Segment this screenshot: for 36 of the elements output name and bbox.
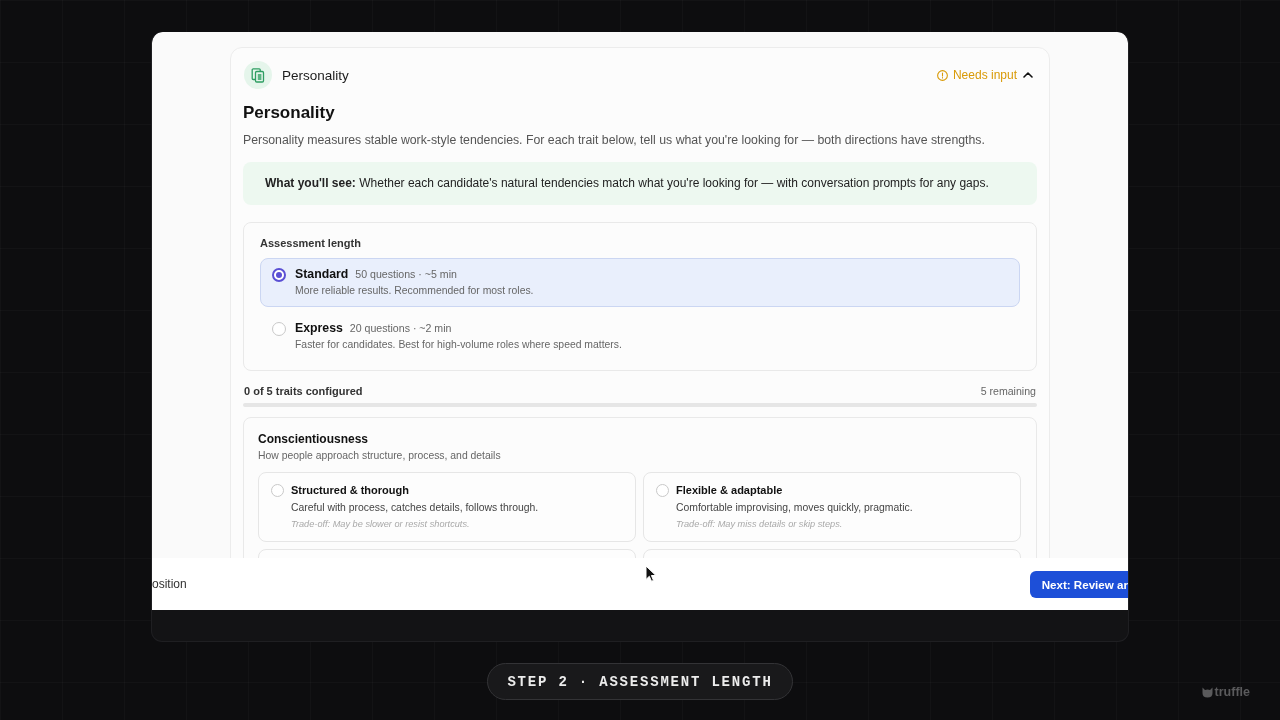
option-meta: 20 questions · ~2 min: [349, 322, 452, 334]
back-link[interactable]: osition: [152, 577, 187, 591]
trait-option-card[interactable]: Structured & thorough Careful with process, catches details, follows through. Trade-off: May be slower or resist shortcuts.: [258, 472, 636, 542]
status-label: Needs input: [952, 68, 1017, 82]
progress-label: 0 of 5 traits configured: [244, 384, 363, 398]
documents-icon: [244, 61, 272, 89]
radio-button[interactable]: [272, 268, 286, 282]
option-description: Comfortable improvising, moves quickly, pragmatic.: [676, 501, 913, 514]
length-option[interactable]: Standard 50 questions · ~5 min More reliable results. Recommended for most roles.: [260, 258, 1020, 307]
option-title: Flexible & adaptable: [676, 483, 784, 497]
section-heading: Personality: [243, 103, 336, 123]
chevron-up-icon[interactable]: [1023, 72, 1033, 78]
remaining-count: 5 remaining: [980, 384, 1036, 398]
logo-mark-icon: [1201, 686, 1213, 698]
trait-description: How people approach structure, process, and details: [258, 449, 502, 462]
info-callout: What you'll see: Whether each candidate's natural tendencies match what you're looking for — with conversation prompts for any gaps.: [243, 162, 1037, 205]
assessment-length-label: Assessment length: [260, 236, 362, 250]
brand-name: truffle: [1214, 685, 1250, 699]
trait-name: Conscientiousness: [258, 432, 370, 447]
option-name: Standard: [295, 267, 349, 282]
section-title: Personality: [282, 67, 349, 83]
option-description: Careful with process, catches details, follows through.: [291, 501, 539, 514]
option-description: Faster for candidates. Best for high-volume roles where speed matters.: [295, 338, 622, 352]
step-label: STEP 2 · ASSESSMENT LENGTH: [487, 663, 793, 700]
mouse-cursor-icon: [645, 565, 656, 582]
trade-off-note: Trade-off: May miss details or skip steps.: [676, 518, 844, 530]
option-description: More reliable results. Recommended for most roles.: [295, 284, 534, 298]
next-button[interactable]: Next: Review ar: [1029, 570, 1128, 598]
trade-off-note: Trade-off: May be slower or resist shortcuts.: [291, 518, 471, 530]
option-name: Express: [295, 321, 343, 336]
section-description: Personality measures stable work-style tendencies. For each trait below, tell us what you're looking for — both directions have strengths.: [243, 132, 986, 148]
option-title: Structured & thorough: [291, 483, 410, 497]
trait-option-card[interactable]: Flexible & adaptable Comfortable improvising, moves quickly, pragmatic. Trade-off: May miss details or skip steps.: [643, 472, 1021, 542]
option-meta: 50 questions · ~5 min: [355, 268, 457, 280]
alert-circle-icon: [936, 69, 948, 81]
length-option[interactable]: Express 20 questions · ~2 min Faster for candidates. Best for high-volume roles where speed matters.: [260, 312, 1020, 361]
